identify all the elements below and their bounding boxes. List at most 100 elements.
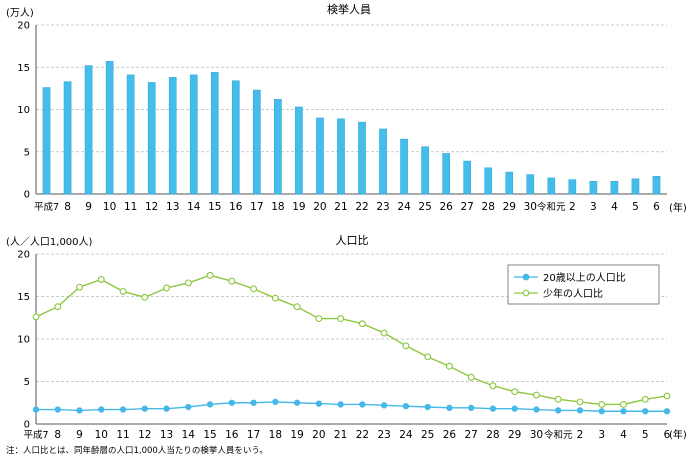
x-tick-label: 15: [203, 429, 216, 441]
youth-rate-point: [532, 391, 540, 399]
legend-label-adult: 20歳以上の人口比: [543, 272, 626, 284]
youth-rate-point: [163, 284, 171, 292]
youth-rate-point: [32, 313, 40, 321]
y-tick-labels: 0 5 10 15 20: [17, 21, 30, 201]
x-tick-label: 令和元: [537, 201, 566, 213]
x-tick-label: 8: [54, 429, 61, 441]
bar: [463, 160, 472, 195]
x-tick-label: 9: [76, 429, 83, 441]
bar: [126, 74, 135, 195]
adult-rate-point: [315, 400, 323, 407]
bar: [253, 89, 261, 195]
bar: [42, 87, 51, 195]
bar: [168, 77, 177, 195]
bar: [526, 174, 535, 195]
footnote: 注：人口比とは、同年齢層の人口1,000人当たりの検挙人員をいう。: [6, 445, 268, 456]
bar: [631, 178, 640, 195]
x-tick-label: 6: [664, 429, 671, 441]
bar: [652, 176, 661, 195]
x-tick-label: 3: [590, 201, 597, 213]
youth-rate-point: [358, 320, 366, 328]
x-tick-label: 2: [577, 429, 584, 441]
x-tick-label: 4: [611, 201, 618, 213]
x-tick-label: 22: [356, 429, 369, 441]
adult-rate-point: [98, 406, 105, 413]
x-tick-label: 17: [250, 201, 263, 213]
x-tick-label: 14: [182, 429, 196, 441]
x-tick-label: 10: [103, 201, 116, 213]
youth-rate-point: [97, 276, 105, 283]
bar: [337, 118, 345, 195]
bar: [63, 81, 72, 195]
y-tick-label: 5: [24, 377, 30, 388]
adult-rate-point: [185, 403, 192, 411]
y-tick-labels: 0 5 10 15 20: [17, 250, 30, 431]
bar: [442, 153, 450, 195]
x-tick-label: 6: [653, 201, 660, 213]
x-tick-labels: 平成7 8 9 10 11 12 13 14 15 16 17 18 19 20 21 22 23 24 25 26 2…: [23, 429, 670, 441]
adult-rate-point: [163, 405, 170, 412]
y-tick-label: 5: [24, 147, 30, 158]
adult-rate-point: [76, 407, 83, 414]
legend-marker-youth: [522, 289, 530, 297]
bar: [105, 61, 114, 195]
x-tick-label: 18: [271, 201, 284, 213]
x-tick-label: 2: [569, 201, 576, 213]
x-tick-label: 13: [166, 201, 179, 213]
x-tick-label: 15: [208, 201, 221, 213]
x-tick-label: 30: [524, 201, 537, 213]
chart-title: 人口比: [336, 234, 369, 247]
adult-rate-point: [533, 406, 540, 413]
bar: [358, 121, 366, 195]
y-tick-label: 20: [17, 250, 30, 261]
youth-rate-point: [576, 398, 584, 406]
x-tick-label: 5: [642, 429, 649, 441]
adult-rate-line: [36, 401, 667, 412]
x-tick-label: 21: [334, 429, 347, 441]
bar: [84, 65, 93, 195]
arrests-bar-chart: 検挙人員 (万人) (年) 0 5 10 15 20 平成7 8 9 10 11 12 13 14 15…: [6, 2, 687, 214]
x-tick-label: 23: [377, 429, 390, 441]
youth-rate-point: [141, 293, 149, 301]
x-tick-label: 24: [399, 429, 413, 441]
y-tick-label: 20: [17, 21, 30, 32]
bar: [421, 146, 429, 195]
adult-rate-point: [511, 405, 518, 412]
bar: [316, 117, 324, 195]
x-tick-label: 平成7: [34, 201, 59, 213]
x-tick-label: 4: [620, 429, 627, 441]
rate-line-chart: 人口比 (人／人口1,000人) (年) 0 5 10 15 20 平成7 8 9 10 11 1…: [6, 234, 687, 441]
y-tick-label: 15: [17, 292, 30, 303]
bar: [189, 74, 198, 195]
youth-rate-point: [293, 303, 301, 311]
adult-rate-point: [424, 403, 431, 411]
x-tick-label: 平成7: [23, 429, 48, 441]
x-tick-label: 18: [269, 429, 282, 441]
adult-rate-point: [620, 408, 627, 415]
y-tick-label: 0: [24, 190, 30, 201]
youth-rate-point: [620, 401, 627, 408]
x-tick-label: 28: [486, 429, 499, 441]
adult-rate-point: [54, 406, 61, 413]
legend-marker-adult: [522, 273, 530, 281]
adult-rate-point: [293, 399, 301, 406]
y-axis-label: (人／人口1,000人): [6, 236, 93, 248]
x-tick-labels: 平成7 8 9 10 11 12 13 14 15 16 17 18 19 20 21 22 23 24 25 26 2…: [34, 201, 660, 213]
x-tick-label: 16: [225, 429, 239, 441]
bar: [210, 72, 219, 195]
youth-rate-point: [554, 395, 562, 403]
x-tick-label: 30: [530, 429, 543, 441]
x-tick-label: 20: [312, 429, 325, 441]
bar: [484, 167, 493, 195]
adult-rate-point: [228, 399, 235, 406]
x-tick-label: 25: [421, 429, 434, 441]
bar: [589, 181, 598, 195]
youth-rate-point: [271, 294, 279, 302]
adult-rate-point: [32, 406, 40, 413]
x-tick-label: 13: [160, 429, 173, 441]
adult-rate-point: [272, 398, 279, 406]
bar: [147, 82, 156, 195]
x-tick-label: 29: [503, 201, 516, 213]
x-tick-label: 27: [464, 429, 477, 441]
youth-rate-point: [54, 303, 62, 311]
